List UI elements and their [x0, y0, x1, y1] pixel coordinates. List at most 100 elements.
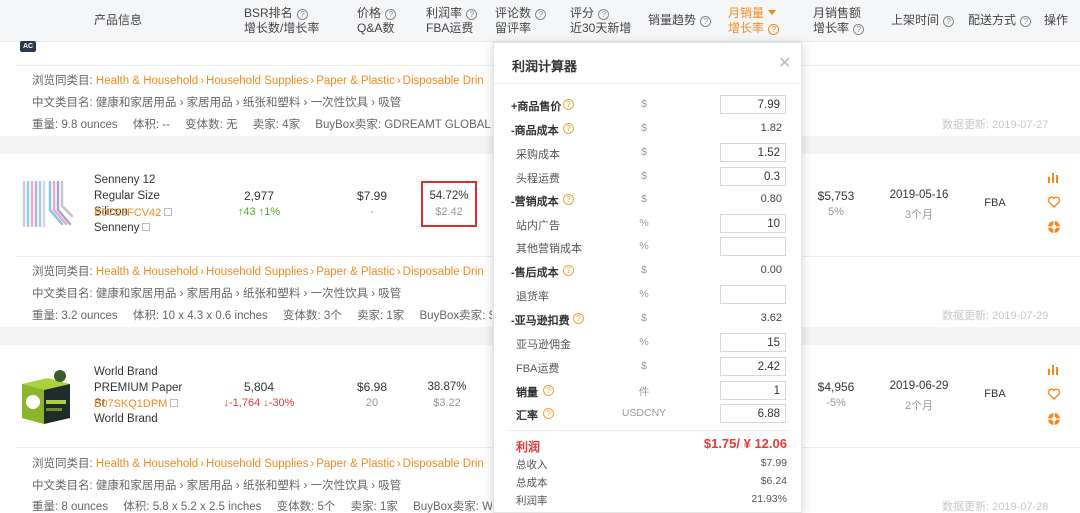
category-link[interactable]: Paper & Plastic	[316, 75, 395, 87]
help-icon[interactable]: ?	[1020, 16, 1032, 27]
header-reviews-sub: 留评率	[495, 21, 532, 35]
header-sales-trend[interactable]: 销量趋势 ?	[648, 13, 712, 28]
help-icon[interactable]: ?	[543, 408, 554, 419]
asin-link[interactable]: B07S3FCV42	[94, 207, 173, 219]
margin-highlight	[421, 181, 477, 227]
margin-label: 利润率	[516, 495, 548, 507]
close-icon[interactable]: ✕	[778, 53, 791, 73]
product-thumbnail[interactable]	[18, 368, 74, 424]
external-link-icon[interactable]	[170, 399, 179, 407]
margin-value[interactable]: 38.87%	[419, 381, 475, 393]
heart-icon[interactable]	[1047, 195, 1061, 209]
help-icon[interactable]: ?	[853, 24, 865, 35]
product-cost-value: 1.82	[760, 122, 782, 134]
fulfillment-value: FBA	[984, 197, 1006, 209]
bar-chart-icon[interactable]	[1047, 170, 1061, 184]
help-icon[interactable]: ?	[385, 9, 397, 20]
sales-input[interactable]	[720, 381, 786, 400]
help-icon[interactable]: ?	[466, 9, 478, 20]
help-icon[interactable]: ?	[543, 385, 554, 396]
fx-label: 汇率	[516, 410, 538, 422]
lifebuoy-icon[interactable]	[1047, 412, 1061, 426]
commission-label: 亚马逊佣金	[516, 339, 571, 351]
product-thumbnail[interactable]	[18, 176, 74, 232]
bsr-value: 2,977	[243, 189, 275, 203]
external-link-icon[interactable]	[164, 208, 173, 216]
total-revenue-value: $7.99	[760, 457, 787, 469]
volume-label: 体积:	[123, 501, 150, 513]
external-link-icon[interactable]	[142, 223, 151, 231]
category-link[interactable]: Health & Household	[96, 75, 198, 87]
sale-price-row: +商品售价? $	[494, 93, 803, 116]
category-link[interactable]: Health & Household	[96, 458, 198, 470]
header-bsr-sub: 增长数/增长率	[244, 21, 320, 35]
help-icon[interactable]: ?	[573, 313, 584, 324]
category-link[interactable]: Household Supplies	[206, 266, 308, 278]
bsr-change-value: ↓-1,764	[223, 397, 261, 409]
help-icon[interactable]: ?	[768, 24, 780, 35]
asin-link[interactable]: B07SKQ1DPM	[94, 398, 179, 410]
browse-category-label: 浏览同类目:	[32, 266, 93, 278]
ppc-label: 站内广告	[516, 220, 560, 232]
unit: $	[641, 312, 647, 324]
help-icon[interactable]: ?	[563, 265, 574, 276]
freight-input[interactable]	[720, 167, 786, 186]
sale-price-input[interactable]	[720, 95, 786, 114]
data-updated: 数据更新: 2019-07-29	[942, 307, 1048, 323]
volume-value: 5.8 x 5.2 x 2.5 inches	[152, 501, 262, 513]
help-icon[interactable]: ?	[598, 9, 610, 20]
ppc-input[interactable]	[720, 214, 786, 233]
sort-desc-icon[interactable]	[768, 10, 777, 15]
header-bsr[interactable]: BSR排名 ? 增长数/增长率	[244, 6, 319, 36]
category-link[interactable]: Paper & Plastic	[316, 458, 395, 470]
help-icon[interactable]: ?	[563, 194, 574, 205]
help-icon[interactable]: ?	[563, 123, 574, 134]
fba-label: FBA运费	[516, 363, 560, 375]
purchase-cost-input[interactable]	[720, 143, 786, 162]
category-link[interactable]: Household Supplies	[206, 75, 308, 87]
header-margin-sub: FBA运费	[426, 21, 474, 35]
category-link[interactable]: Disposable Drin	[403, 458, 484, 470]
brand-link[interactable]: World Brand	[94, 413, 158, 425]
category-link[interactable]: Health & Household	[96, 266, 198, 278]
browse-category-line: 浏览同类目: Health & Household › Household Supp…	[32, 458, 484, 470]
header-margin[interactable]: 利润率 ? FBA运费	[426, 6, 478, 36]
brand-link[interactable]: Senneny	[94, 222, 151, 234]
help-icon[interactable]: ?	[535, 9, 547, 20]
header-reviews[interactable]: 评论数 ? 留评率	[495, 6, 547, 36]
header-listing-date[interactable]: 上架时间 ?	[891, 13, 955, 28]
category-link[interactable]: Disposable Drin	[403, 266, 484, 278]
buybox-label: BuyBox卖家:	[419, 310, 486, 322]
header-price[interactable]: 价格 ? Q&A数	[357, 6, 397, 36]
weight-label: 重量:	[32, 310, 59, 322]
header-monthly-sales[interactable]: 月销量 增长率 ?	[728, 6, 780, 36]
category-link[interactable]: Paper & Plastic	[316, 266, 395, 278]
fx-input[interactable]	[720, 404, 786, 423]
help-icon[interactable]: ?	[297, 9, 309, 20]
return-rate-input[interactable]	[720, 285, 786, 304]
help-icon[interactable]: ?	[943, 16, 955, 27]
freight-label: 头程运费	[516, 173, 560, 185]
category-link[interactable]: Disposable Drin	[403, 75, 484, 87]
header-fulfillment[interactable]: 配送方式 ?	[968, 13, 1032, 28]
browse-category-label: 浏览同类目:	[32, 458, 93, 470]
category-link[interactable]: Household Supplies	[206, 458, 308, 470]
fba-fee: $3.22	[433, 397, 461, 409]
help-icon[interactable]: ?	[700, 16, 712, 27]
profit-calculator-panel: 利润计算器 ✕ +商品售价? $ -商品成本? $ 1.82 采购成本 $ 头程…	[493, 42, 803, 513]
header-rating[interactable]: 评分 ? 近30天新增	[570, 6, 631, 36]
buybox-label: BuyBox卖家:	[413, 501, 479, 513]
heart-icon[interactable]	[1047, 387, 1061, 401]
help-icon[interactable]: ?	[563, 99, 574, 110]
listing-age: 2个月	[904, 400, 934, 412]
lifebuoy-icon[interactable]	[1047, 220, 1061, 234]
fba-input[interactable]	[720, 357, 786, 376]
unit: 件	[638, 386, 650, 398]
marketing-cost-value: 0.80	[760, 193, 782, 205]
revenue-value: $4,956	[817, 380, 855, 394]
commission-input[interactable]	[720, 333, 786, 352]
bar-chart-icon[interactable]	[1047, 362, 1061, 376]
other-marketing-input[interactable]	[720, 237, 786, 256]
header-monthly-revenue[interactable]: 月销售额 增长率 ?	[813, 6, 865, 36]
cn-category-label: 中文类目名:	[32, 97, 93, 109]
